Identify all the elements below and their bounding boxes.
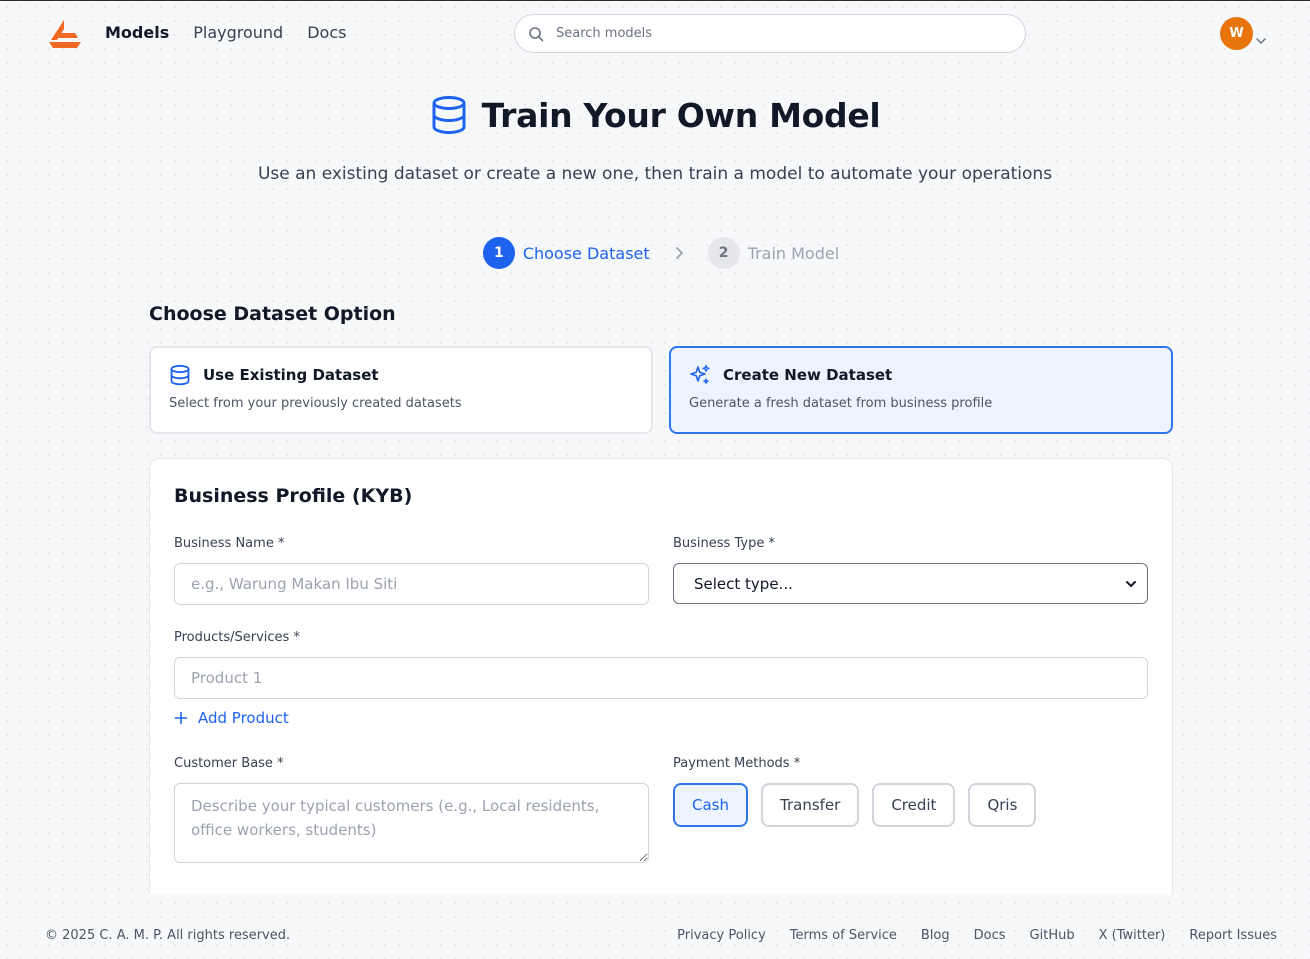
brand-logo-icon[interactable] [47,19,83,49]
product-1-input[interactable] [174,657,1148,699]
add-product-label: Add Product [198,709,289,727]
option-use-existing-dataset[interactable]: Use Existing Dataset Select from your pr… [149,346,653,434]
sparkles-icon [690,364,710,384]
page-title: Train Your Own Model [481,95,881,135]
customer-base-label: Customer Base * [174,756,284,771]
chevron-down-icon[interactable] [1255,35,1267,47]
search-bar[interactable] [514,14,1026,53]
step-number: 1 [482,237,515,269]
section-title: Choose Dataset Option [149,303,396,325]
business-type-label: Business Type * [673,536,775,551]
stepper: 1 Choose Dataset 2 Train Model [0,237,1310,269]
search-icon [529,26,544,41]
business-name-input[interactable] [174,563,649,605]
step-label: Train Model [747,243,840,263]
page-header: Train Your Own Model [0,95,1310,135]
customer-base-textarea[interactable] [174,783,649,863]
business-profile-card: Business Profile (KYB) Business Name * B… [149,458,1173,894]
payment-qris-button[interactable]: Qris [968,783,1037,827]
footer-link-privacy-policy[interactable]: Privacy Policy [677,928,766,943]
copyright-text: © 2025 C. A. M. P. All rights reserved. [45,928,291,943]
card-title: Business Profile (KYB) [174,485,413,507]
business-type-select[interactable]: Select type... [673,563,1148,604]
footer-link-x-twitter[interactable]: X (Twitter) [1099,928,1166,943]
user-avatar[interactable]: W [1220,17,1253,50]
option-description: Select from your previously created data… [169,396,462,411]
payment-methods-label: Payment Methods * [673,756,801,771]
step-choose-dataset[interactable]: 1 Choose Dataset [482,237,650,269]
step-label: Choose Dataset [522,243,650,263]
footer-link-terms-of-service[interactable]: Terms of Service [790,928,897,943]
step-number: 2 [707,237,740,269]
footer-link-github[interactable]: GitHub [1030,928,1075,943]
plus-icon [174,711,188,725]
step-train-model[interactable]: 2 Train Model [707,237,840,269]
main-nav: Models Playground Docs [105,23,346,42]
database-icon [432,96,466,135]
business-type-value: Select type... [694,574,793,593]
nav-models[interactable]: Models [105,23,169,42]
payment-cash-button[interactable]: Cash [673,783,748,827]
products-label: Products/Services * [174,630,300,645]
chevron-right-icon [675,247,683,259]
option-title: Use Existing Dataset [203,366,379,384]
chevron-down-icon [1126,580,1136,587]
payment-credit-button[interactable]: Credit [872,783,956,827]
nav-docs[interactable]: Docs [307,23,346,42]
option-title: Create New Dataset [723,366,893,384]
search-input[interactable] [556,26,996,41]
option-description: Generate a fresh dataset from business p… [689,396,993,411]
payment-transfer-button[interactable]: Transfer [761,783,860,827]
business-name-label: Business Name * [174,536,285,551]
footer-link-blog[interactable]: Blog [921,928,950,943]
payment-methods-group: Cash Transfer Credit Qris [673,783,1037,827]
footer: © 2025 C. A. M. P. All rights reserved. … [0,925,1310,949]
footer-links: Privacy Policy Terms of Service Blog Doc… [677,928,1277,943]
footer-link-report-issues[interactable]: Report Issues [1189,928,1277,943]
nav-playground[interactable]: Playground [193,23,283,42]
top-navbar: Models Playground Docs W [0,1,1310,65]
database-icon [170,364,190,386]
option-create-new-dataset[interactable]: Create New Dataset Generate a fresh data… [669,346,1173,434]
add-product-button[interactable]: Add Product [174,709,289,727]
page-subtitle: Use an existing dataset or create a new … [257,164,1053,184]
footer-link-docs[interactable]: Docs [974,928,1006,943]
